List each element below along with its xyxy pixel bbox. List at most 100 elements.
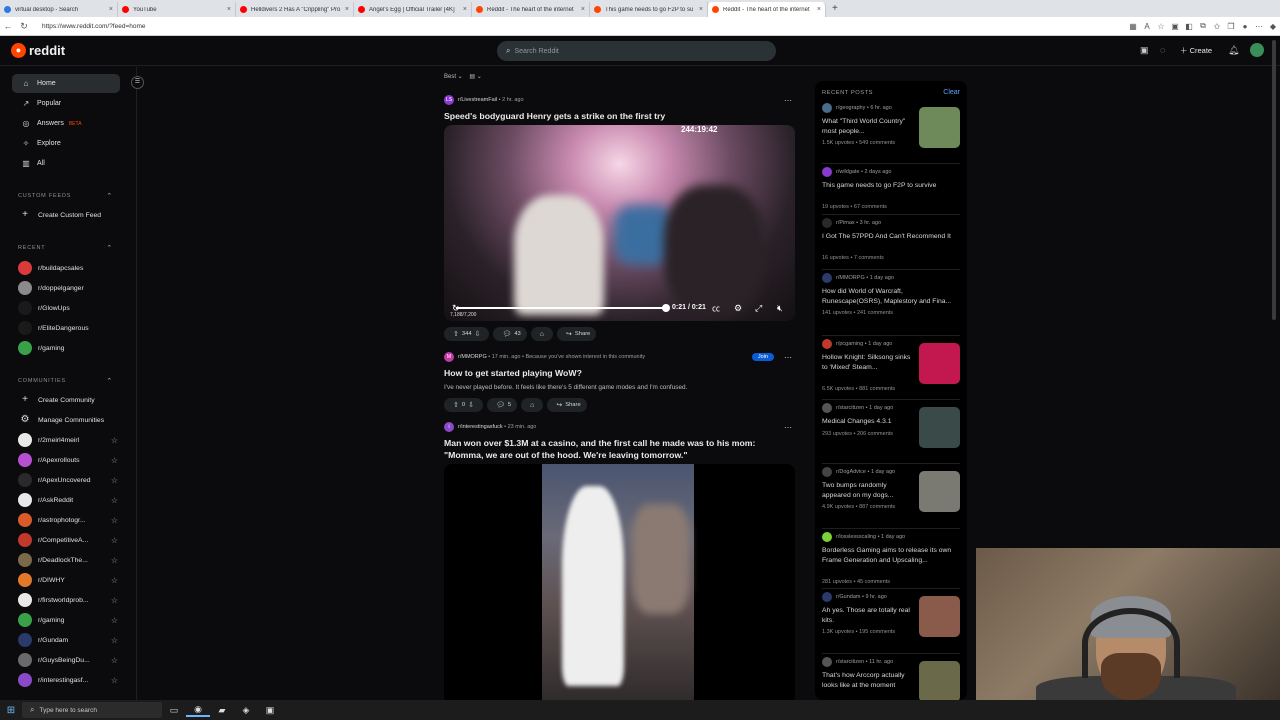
browser-tab[interactable]: This game needs to go F2P to su × <box>590 2 708 17</box>
browser-tab[interactable]: Angel's Egg | Official Trailer [4K] × <box>354 2 472 17</box>
favorite-star-icon[interactable]: ☆ <box>111 436 118 445</box>
post-thumbnail[interactable] <box>919 661 960 700</box>
favorite-star-icon[interactable]: ☆ <box>1154 22 1168 31</box>
community-item[interactable]: r/astrophotogr... ☆ <box>18 511 118 529</box>
recent-post-title[interactable]: How did World of Warcraft, Runescape(OSR… <box>822 287 958 307</box>
subreddit-avatar[interactable]: M <box>444 352 454 362</box>
comments-button[interactable]: 💬︎ 43 <box>493 327 527 341</box>
favorites-icon[interactable]: ✩ <box>1210 22 1224 31</box>
recent-community-item[interactable]: r/EliteDangerous <box>18 319 118 337</box>
close-tab-icon[interactable]: × <box>227 6 231 13</box>
community-item[interactable]: r/Gundam ☆ <box>18 631 118 649</box>
advertise-icon[interactable]: ▣ <box>1140 45 1149 56</box>
recent-post-title[interactable]: This game needs to go F2P to survive <box>822 181 958 191</box>
subreddit-name[interactable]: r/starcitizen <box>836 659 864 665</box>
subreddit-name[interactable]: r/DogAdvice <box>836 469 866 475</box>
browser-tab[interactable]: virtual desktop - Search × <box>0 2 118 17</box>
community-item[interactable]: r/GuysBeingDu... ☆ <box>18 651 118 669</box>
community-item[interactable]: r/2meirl4meirl ☆ <box>18 431 118 449</box>
recent-post-title[interactable]: Two bumps randomly appeared on my dogs..… <box>822 481 912 501</box>
url-field[interactable]: https://www.reddit.com/?feed=home <box>42 23 1126 30</box>
subreddit-avatar[interactable]: i <box>444 422 454 432</box>
community-item[interactable]: r/gaming ☆ <box>18 611 118 629</box>
community-item[interactable]: r/Apexrollouts ☆ <box>18 451 118 469</box>
copilot-icon[interactable]: ◆ <box>1266 22 1280 31</box>
community-item[interactable]: r/CompetitiveA... ☆ <box>18 531 118 549</box>
subreddit-name[interactable]: r/losslessscaling <box>836 534 876 540</box>
recent-post-title[interactable]: I Got The 57PPD And Can't Recommend It <box>822 232 958 242</box>
collections-icon[interactable]: ❐ <box>1224 22 1238 31</box>
subreddit-link[interactable]: r/interestingasfuck <box>458 424 503 430</box>
browser-tab[interactable]: YouTube × <box>118 2 236 17</box>
search-input[interactable]: ⌕ Search Reddit <box>497 41 776 61</box>
windows-start-icon[interactable]: ⊞ <box>0 705 22 716</box>
subreddit-link[interactable]: r/MMORPG <box>458 354 487 360</box>
settings-more-icon[interactable]: ⋯ <box>1252 22 1266 31</box>
favorite-star-icon[interactable]: ☆ <box>111 616 118 625</box>
communities-header[interactable]: COMMUNITIES ⌃ <box>18 377 113 385</box>
favorite-star-icon[interactable]: ☆ <box>111 576 118 585</box>
favorite-star-icon[interactable]: ☆ <box>111 456 118 465</box>
chevron-up-icon[interactable]: ⌃ <box>106 377 113 385</box>
post-title[interactable]: How to get started playing WoW? <box>444 367 794 379</box>
close-tab-icon[interactable]: × <box>463 6 467 13</box>
post-thumbnail[interactable] <box>919 596 960 637</box>
post-title[interactable]: Speed's bodyguard Henry gets a strike on… <box>444 110 794 122</box>
upvote-icon[interactable]: ⇧ <box>453 401 459 409</box>
taskbar-search-input[interactable]: ⌕ Type here to search <box>22 702 162 718</box>
share-button[interactable]: ↪ Share <box>557 327 597 341</box>
collapse-sidebar-button[interactable]: ☰ <box>131 76 144 89</box>
browser-tab[interactable]: Reddit - The heart of the internet × <box>472 2 590 17</box>
app-icon[interactable]: ▣ <box>258 705 282 716</box>
task-view-icon[interactable]: ▭ <box>162 705 186 716</box>
new-tab-button[interactable]: + <box>826 2 844 17</box>
recent-community-item[interactable]: r/doppelganger <box>18 279 118 297</box>
settings-gear-icon[interactable]: ⚙ <box>734 303 742 314</box>
profile-icon[interactable]: ● <box>1238 22 1252 31</box>
sidebar-item-all[interactable]: ▥ All <box>12 154 120 173</box>
clear-recent-button[interactable]: Clear <box>943 89 960 96</box>
community-item[interactable]: r/ApexUncovered ☆ <box>18 471 118 489</box>
reddit-logo[interactable]: ● reddit <box>11 43 65 58</box>
recent-post-item[interactable]: r/starcitizen • 1 day ago Medical Changes… <box>822 403 960 463</box>
subreddit-name[interactable]: r/Gundam <box>836 594 860 600</box>
recent-community-item[interactable]: r/GlowUps <box>18 299 118 317</box>
extension-icon[interactable]: ◧ <box>1182 22 1196 31</box>
post-video[interactable] <box>444 464 795 700</box>
downvote-icon[interactable]: ⇩ <box>468 401 474 409</box>
recent-post-title[interactable]: Borderless Gaming aims to release its ow… <box>822 546 958 566</box>
chevron-up-icon[interactable]: ⌃ <box>106 192 113 200</box>
close-tab-icon[interactable]: × <box>345 6 349 13</box>
award-button[interactable]: ⌂ <box>521 398 544 412</box>
sort-dropdown[interactable]: Best ⌄ ▤ ⌄ <box>444 73 482 80</box>
reload-icon[interactable]: ↻ <box>16 21 32 32</box>
subreddit-name[interactable]: r/geography <box>836 105 865 111</box>
more-options-icon[interactable]: ⋯ <box>784 96 792 105</box>
custom-feeds-header[interactable]: CUSTOM FEEDS ⌃ <box>18 192 113 200</box>
recent-post-title[interactable]: Hollow Knight: Silksong sinks to 'Mixed'… <box>822 353 912 373</box>
favorite-star-icon[interactable]: ☆ <box>111 656 118 665</box>
video-scrubber-handle[interactable] <box>662 304 670 312</box>
post-thumbnail[interactable] <box>919 407 960 448</box>
create-button[interactable]: ＋ Create <box>1180 45 1212 56</box>
recent-post-item[interactable]: r/starcitizen • 11 hr. ago That's how Arc… <box>822 657 960 700</box>
recent-post-title[interactable]: What "Third World Country" most people..… <box>822 117 912 137</box>
extension-icon[interactable]: ▦ <box>1126 22 1140 31</box>
community-item[interactable]: r/AskReddit ☆ <box>18 491 118 509</box>
subreddit-link[interactable]: r/LivestreamFail <box>458 97 497 103</box>
recent-community-item[interactable]: r/gaming <box>18 339 118 357</box>
video-scrubber[interactable] <box>456 307 666 309</box>
community-item[interactable]: r/DIWHY ☆ <box>18 571 118 589</box>
join-button[interactable]: Join <box>751 353 774 361</box>
close-tab-icon[interactable]: × <box>699 6 703 13</box>
sidebar-item-home[interactable]: ⌂ Home <box>12 74 120 93</box>
chat-icon[interactable]: ◌ <box>1160 45 1165 55</box>
recent-post-item[interactable]: r/geography • 6 hr. ago What "Third World… <box>822 103 960 163</box>
fullscreen-icon[interactable]: ⤢ <box>755 303 762 314</box>
read-aloud-icon[interactable]: A <box>1140 22 1154 31</box>
favorite-star-icon[interactable]: ☆ <box>111 676 118 685</box>
steam-icon[interactable]: ◈ <box>234 705 258 716</box>
favorite-star-icon[interactable]: ☆ <box>111 556 118 565</box>
subreddit-name[interactable]: r/wildgate <box>836 169 860 175</box>
favorite-star-icon[interactable]: ☆ <box>111 636 118 645</box>
